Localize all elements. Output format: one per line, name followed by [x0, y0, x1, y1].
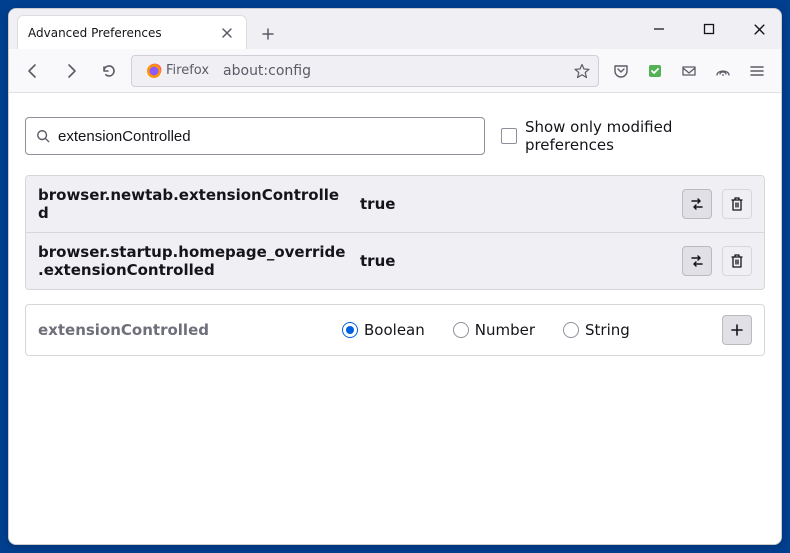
delete-button[interactable]	[722, 246, 752, 276]
toggle-button[interactable]	[682, 189, 712, 219]
pref-actions	[682, 189, 752, 219]
reload-button[interactable]	[93, 55, 125, 87]
pocket-icon[interactable]	[605, 55, 637, 87]
toolbar-icons	[605, 55, 773, 87]
identity-box[interactable]: Firefox	[140, 61, 215, 81]
pref-name: browser.startup.homepage_override.extens…	[38, 243, 348, 279]
bookmark-star-icon[interactable]	[574, 63, 590, 79]
minimize-button[interactable]	[645, 15, 673, 43]
pref-value: true	[360, 252, 670, 270]
account-icon[interactable]	[673, 55, 705, 87]
tab-strip: Advanced Preferences	[9, 9, 645, 49]
new-tab-button[interactable]	[253, 19, 283, 49]
url-text[interactable]: about:config	[223, 63, 566, 79]
back-button[interactable]	[17, 55, 49, 87]
radio-label: Boolean	[364, 321, 425, 339]
radio-label: String	[585, 321, 630, 339]
extension-icon[interactable]	[639, 55, 671, 87]
url-bar[interactable]: Firefox about:config	[131, 55, 599, 87]
new-pref-row: extensionControlled Boolean Number Strin…	[25, 304, 765, 356]
delete-button[interactable]	[722, 189, 752, 219]
maximize-button[interactable]	[695, 15, 723, 43]
identity-label: Firefox	[166, 63, 209, 78]
close-window-button[interactable]	[745, 15, 773, 43]
pref-name: browser.newtab.extensionControlled	[38, 186, 348, 222]
forward-button[interactable]	[55, 55, 87, 87]
pref-row: browser.startup.homepage_override.extens…	[26, 233, 764, 289]
radio-input[interactable]	[453, 322, 469, 338]
radio-input[interactable]	[563, 322, 579, 338]
pref-value: true	[360, 195, 670, 213]
close-tab-icon[interactable]	[218, 24, 236, 42]
tab-active[interactable]: Advanced Preferences	[17, 15, 247, 49]
checkbox-label: Show only modified preferences	[525, 118, 765, 154]
search-row: Show only modified preferences	[25, 117, 765, 155]
show-modified-checkbox[interactable]: Show only modified preferences	[501, 118, 765, 154]
toggle-button[interactable]	[682, 246, 712, 276]
radio-number[interactable]: Number	[453, 321, 535, 339]
about-config-content: Show only modified preferences browser.n…	[9, 93, 781, 544]
app-menu-button[interactable]	[741, 55, 773, 87]
titlebar: Advanced Preferences	[9, 9, 781, 49]
type-radio-group: Boolean Number String	[342, 321, 698, 339]
new-pref-name: extensionControlled	[38, 321, 318, 339]
firefox-logo-icon	[146, 63, 162, 79]
radio-label: Number	[475, 321, 535, 339]
add-pref-button[interactable]	[722, 315, 752, 345]
checkbox-box[interactable]	[501, 128, 517, 144]
radio-boolean[interactable]: Boolean	[342, 321, 425, 339]
browser-window: Advanced Preferences	[8, 8, 782, 545]
window-controls	[645, 9, 781, 49]
search-input[interactable]	[58, 128, 474, 145]
radio-string[interactable]: String	[563, 321, 630, 339]
tracking-icon[interactable]	[707, 55, 739, 87]
preferences-table: browser.newtab.extensionControlled true …	[25, 175, 765, 290]
radio-input[interactable]	[342, 322, 358, 338]
search-box[interactable]	[25, 117, 485, 155]
search-icon	[36, 129, 50, 143]
tab-title: Advanced Preferences	[28, 26, 218, 40]
nav-toolbar: Firefox about:config	[9, 49, 781, 93]
pref-row: browser.newtab.extensionControlled true	[26, 176, 764, 233]
pref-actions	[682, 246, 752, 276]
